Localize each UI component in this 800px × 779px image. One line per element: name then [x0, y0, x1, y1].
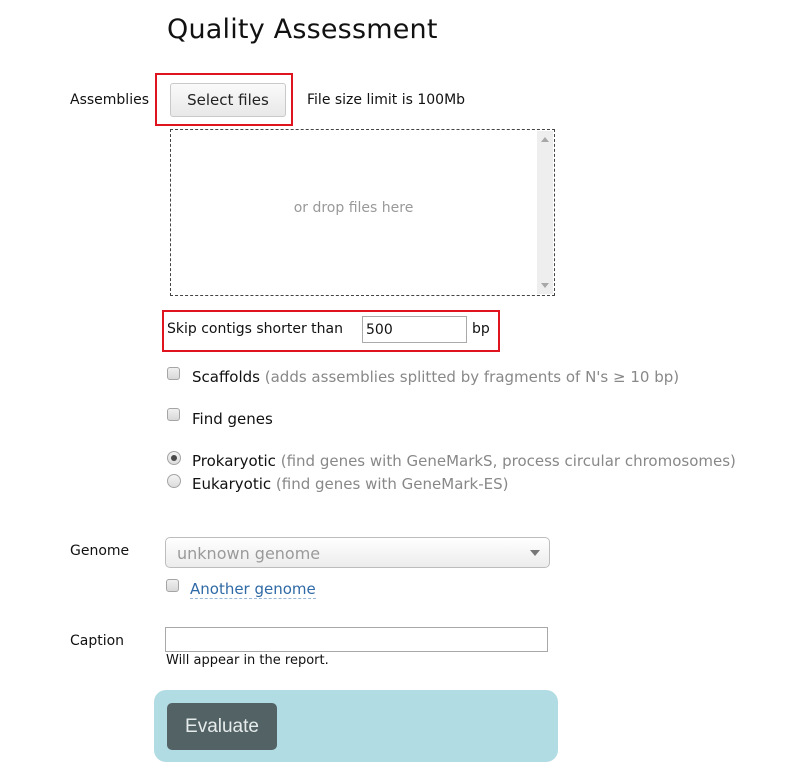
eukaryotic-label: Eukaryotic [192, 475, 272, 493]
genome-selected-value: unknown genome [177, 544, 321, 563]
select-files-button[interactable]: Select files [170, 83, 286, 117]
genome-label: Genome [70, 543, 130, 559]
prokaryotic-radio[interactable] [167, 451, 181, 465]
eukaryotic-hint: (find genes with GeneMark-ES) [275, 475, 509, 493]
evaluate-button[interactable]: Evaluate [167, 703, 277, 750]
evaluate-label: Evaluate [185, 715, 259, 737]
skip-contigs-unit: bp [472, 321, 490, 337]
scroll-up-arrow-icon[interactable] [541, 137, 549, 142]
select-files-label: Select files [187, 91, 269, 109]
scaffolds-checkbox[interactable] [167, 367, 180, 380]
scaffolds-hint: (adds assemblies splitted by fragments o… [264, 368, 680, 386]
another-genome-checkbox[interactable] [166, 579, 179, 592]
chevron-down-icon [530, 550, 540, 556]
genome-select[interactable]: unknown genome [165, 537, 550, 568]
eukaryotic-option: Eukaryotic (find genes with GeneMark-ES) [192, 475, 509, 493]
find-genes-checkbox[interactable] [167, 408, 180, 421]
eukaryotic-radio[interactable] [167, 474, 181, 488]
file-drop-zone[interactable]: or drop files here [170, 129, 555, 296]
find-genes-label: Find genes [192, 410, 273, 428]
assemblies-label: Assemblies [70, 92, 149, 108]
scroll-down-arrow-icon[interactable] [541, 283, 549, 288]
scaffolds-option: Scaffolds (adds assemblies splitted by f… [192, 368, 679, 386]
another-genome-link[interactable]: Another genome [190, 580, 316, 599]
caption-hint: Will appear in the report. [166, 653, 329, 668]
prokaryotic-label: Prokaryotic [192, 452, 276, 470]
file-size-limit: File size limit is 100Mb [307, 92, 466, 108]
skip-contigs-label: Skip contigs shorter than [167, 321, 343, 337]
prokaryotic-hint: (find genes with GeneMarkS, process circ… [280, 452, 736, 470]
scaffolds-label: Scaffolds [192, 368, 260, 386]
caption-input[interactable] [165, 627, 548, 652]
prokaryotic-option: Prokaryotic (find genes with GeneMarkS, … [192, 452, 736, 470]
another-genome-option: Another genome [190, 580, 316, 599]
min-contig-length-input[interactable] [362, 316, 467, 343]
dropzone-scrollbar[interactable] [537, 131, 553, 294]
caption-label: Caption [70, 633, 125, 649]
page-title: Quality Assessment [167, 14, 438, 45]
drop-hint: or drop files here [293, 200, 414, 216]
